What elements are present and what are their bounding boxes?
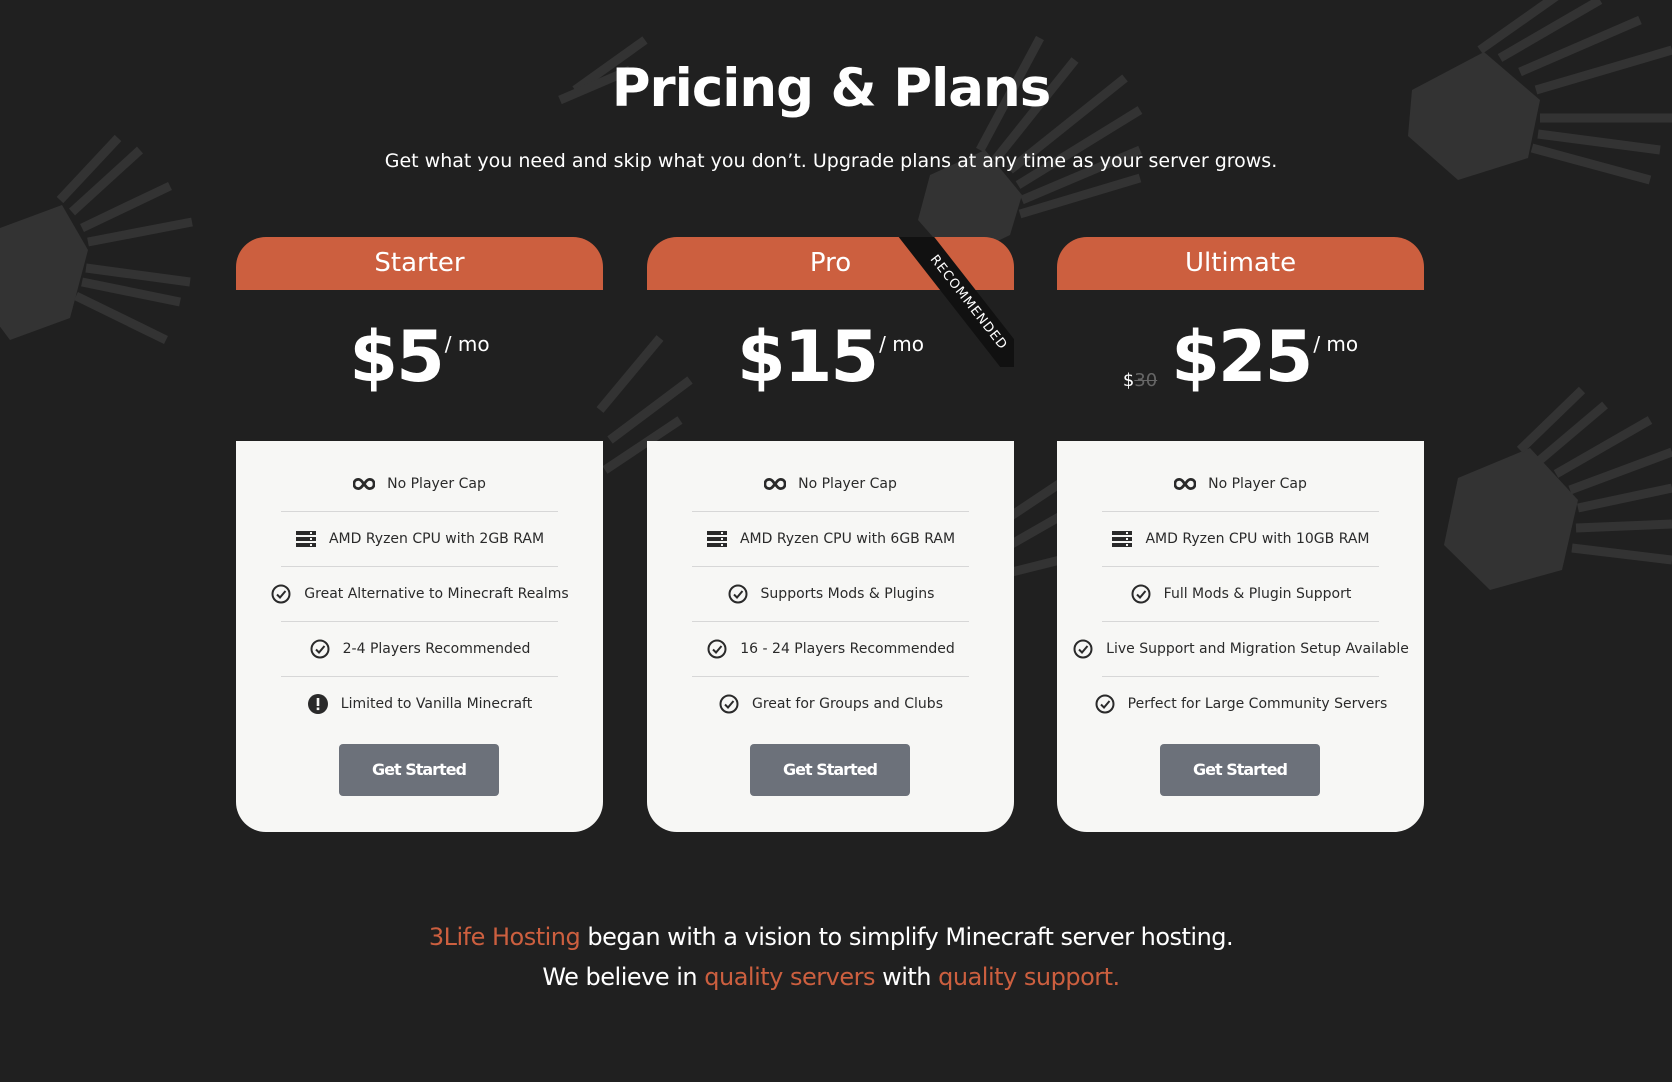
feature-item: 2-4 Players Recommended — [281, 622, 558, 677]
feature-text: No Player Cap — [798, 476, 897, 492]
feature-text: AMD Ryzen CPU with 2GB RAM — [328, 531, 545, 547]
feature-item: No Player Cap — [1102, 457, 1379, 512]
highlight-text: quality support. — [938, 963, 1120, 991]
about-text: began with a vision to simplify Minecraf… — [580, 923, 1234, 951]
server-icon — [1111, 528, 1133, 550]
feature-text: Great for Groups and Clubs — [751, 696, 943, 712]
price-period: / mo — [1313, 332, 1359, 356]
feature-text: AMD Ryzen CPU with 6GB RAM — [739, 531, 956, 547]
about-statement: 3Life Hosting began with a vision to sim… — [0, 917, 1662, 997]
price-area: $5/ mo — [236, 290, 603, 441]
feature-text: Limited to Vanilla Minecraft — [340, 696, 533, 712]
about-text: We believe in — [542, 963, 705, 991]
plan-card-ultimate: Ultimate $30 $25/ mo No Player Cap AMD Ry… — [1057, 237, 1424, 832]
feature-text: 16 - 24 Players Recommended — [740, 641, 955, 657]
about-line-2: We believe in quality servers with quali… — [0, 957, 1662, 997]
exclamation-circle-icon — [307, 693, 329, 715]
feature-item: Perfect for Large Community Servers — [1095, 677, 1387, 731]
price-period: / mo — [444, 332, 490, 356]
check-circle-icon — [706, 638, 728, 660]
get-started-button[interactable]: Get Started — [1160, 744, 1320, 796]
plan-header: Ultimate — [1057, 237, 1424, 290]
page-subtitle: Get what you need and skip what you don’… — [384, 150, 1278, 172]
old-price-value: 30 — [1134, 370, 1158, 391]
feature-item: No Player Cap — [692, 457, 969, 512]
feature-item: AMD Ryzen CPU with 6GB RAM — [692, 512, 969, 567]
feature-item: 16 - 24 Players Recommended — [692, 622, 969, 677]
brand-name: 3Life Hosting — [428, 923, 581, 951]
plan-name: Ultimate — [1184, 248, 1297, 278]
price-area: $30 $25/ mo — [1057, 290, 1424, 441]
feature-text: Supports Mods & Plugins — [760, 586, 935, 602]
get-started-button[interactable]: Get Started — [339, 744, 499, 796]
feature-item: No Player Cap — [281, 457, 558, 512]
plan-features-panel: No Player Cap AMD Ryzen CPU with 10GB RA… — [1057, 441, 1424, 832]
plan-price: $25 — [1171, 316, 1313, 398]
feature-text: AMD Ryzen CPU with 10GB RAM — [1145, 531, 1370, 547]
old-price: $30 — [1123, 370, 1157, 391]
check-circle-icon — [1094, 693, 1116, 715]
feature-item: Live Support and Migration Setup Availab… — [1073, 622, 1409, 677]
plan-price: $15 — [737, 316, 879, 398]
price-period: / mo — [879, 332, 924, 356]
feature-item: AMD Ryzen CPU with 10GB RAM — [1102, 512, 1379, 567]
feature-text: Perfect for Large Community Servers — [1127, 696, 1388, 712]
check-circle-icon — [718, 693, 740, 715]
feature-list: No Player Cap AMD Ryzen CPU with 6GB RAM… — [692, 457, 969, 731]
price-area: $15/ mo — [647, 290, 1014, 441]
plan-price: $5 — [349, 316, 444, 398]
plan-name: Starter — [374, 248, 465, 278]
check-circle-icon — [727, 583, 749, 605]
check-circle-icon — [309, 638, 331, 660]
feature-text: Great Alternative to Minecraft Realms — [304, 586, 569, 602]
feature-item: Limited to Vanilla Minecraft — [281, 677, 558, 731]
feature-text: No Player Cap — [387, 476, 486, 492]
feature-item: Great for Groups and Clubs — [692, 677, 969, 731]
feature-text: Full Mods & Plugin Support — [1163, 586, 1352, 602]
old-price-symbol: $ — [1122, 370, 1135, 391]
plan-name: Pro — [809, 248, 852, 278]
about-line-1: 3Life Hosting began with a vision to sim… — [0, 917, 1662, 957]
feature-list: No Player Cap AMD Ryzen CPU with 10GB RA… — [1073, 457, 1409, 731]
feature-text: Live Support and Migration Setup Availab… — [1106, 641, 1409, 657]
infinity-icon — [353, 473, 376, 495]
plan-header: Starter — [236, 237, 603, 290]
plan-features-panel: No Player Cap AMD Ryzen CPU with 6GB RAM… — [647, 441, 1014, 832]
server-icon — [706, 528, 728, 550]
feature-item: Supports Mods & Plugins — [692, 567, 969, 622]
plan-features-panel: No Player Cap AMD Ryzen CPU with 2GB RAM… — [236, 441, 603, 832]
page-title: Pricing & Plans — [611, 58, 1052, 119]
feature-item: Full Mods & Plugin Support — [1102, 567, 1379, 622]
about-text: with — [874, 963, 939, 991]
plan-card-starter: Starter $5/ mo No Player Cap AMD Ryzen C… — [236, 237, 603, 832]
get-started-button[interactable]: Get Started — [750, 744, 910, 796]
feature-list: No Player Cap AMD Ryzen CPU with 2GB RAM… — [271, 457, 569, 731]
feature-item: Great Alternative to Minecraft Realms — [271, 567, 569, 622]
feature-text: 2-4 Players Recommended — [342, 641, 531, 657]
check-circle-icon — [270, 583, 292, 605]
infinity-icon — [1174, 473, 1197, 495]
highlight-text: quality servers — [704, 963, 875, 991]
infinity-icon — [764, 473, 787, 495]
feature-item: AMD Ryzen CPU with 2GB RAM — [281, 512, 558, 567]
check-circle-icon — [1072, 638, 1094, 660]
feature-text: No Player Cap — [1208, 476, 1307, 492]
server-icon — [295, 528, 317, 550]
deco-cube-right — [1444, 386, 1672, 590]
check-circle-icon — [1130, 583, 1152, 605]
plan-card-pro: Pro RECOMMENDED $15/ mo No Player Cap AM… — [647, 237, 1014, 832]
